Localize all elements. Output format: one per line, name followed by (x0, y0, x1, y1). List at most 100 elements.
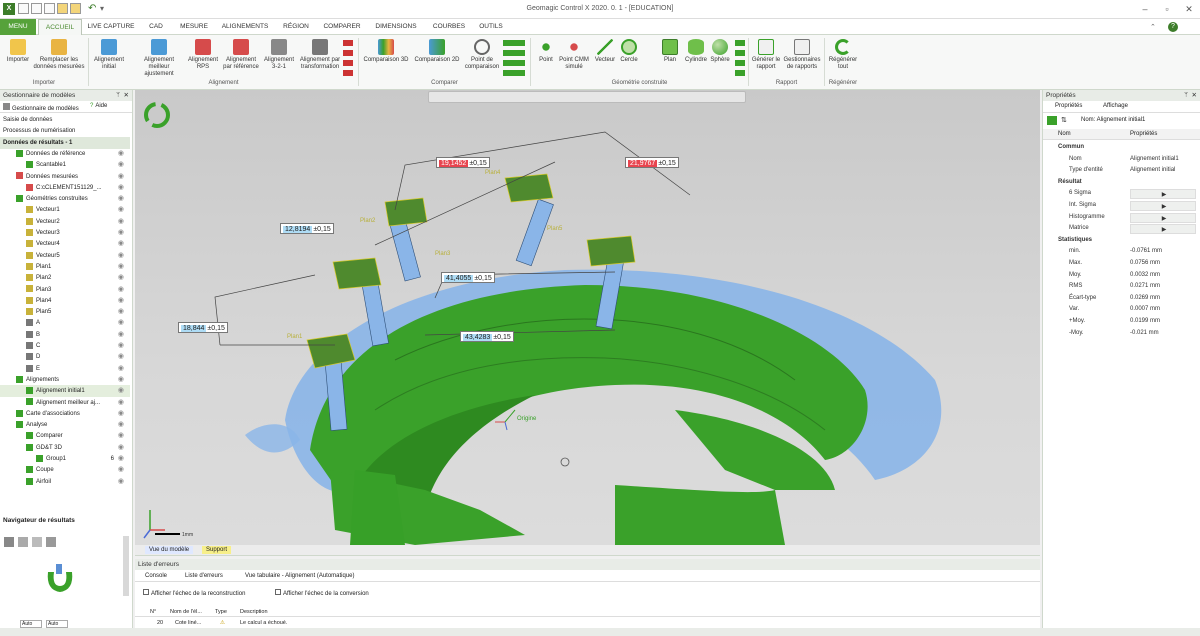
compare-small-icons[interactable] (503, 40, 525, 76)
tree-item[interactable]: C ◉ (0, 340, 130, 352)
dimension-label-4[interactable]: 41,4055 ±0,15 (441, 272, 495, 283)
tree-item[interactable]: Alignement meilleur aj... ◉ (0, 397, 130, 409)
align-321-button[interactable]: Alignement 3-2-1 (261, 39, 297, 71)
ribbon-collapse-icon[interactable]: ⌃ (1150, 23, 1156, 31)
tab-region[interactable]: RÉGION (276, 19, 316, 35)
tab-live-capture[interactable]: LIVE CAPTURE (84, 19, 138, 35)
visibility-eye-icon[interactable]: ◉ (118, 430, 124, 442)
dimension-label-5[interactable]: 18,844 ±0,15 (178, 322, 228, 333)
tree-item[interactable]: Analyse ◉ (0, 419, 130, 431)
visibility-eye-icon[interactable]: ◉ (118, 374, 124, 386)
visibility-eye-icon[interactable]: ◉ (118, 284, 124, 296)
initial-align-button[interactable]: Alignement initial (89, 39, 129, 71)
align-small-icons[interactable] (343, 40, 353, 76)
panel-close-icon[interactable]: ✕ (1192, 90, 1197, 101)
subtab-aide[interactable]: ? Aide (90, 103, 107, 109)
conversion-checkbox[interactable]: Afficher l'échec de la conversion (275, 589, 369, 597)
geometry-small-icons[interactable] (735, 40, 745, 76)
visibility-eye-icon[interactable]: ◉ (118, 148, 124, 160)
subtab-model-manager[interactable]: Gestionnaire de modèles (3, 103, 79, 112)
tab-error-list[interactable]: Liste d'erreurs (185, 573, 223, 579)
panel-close-icon[interactable]: ✕ (124, 90, 129, 101)
help-icon[interactable]: ? (1168, 22, 1178, 32)
tree-item[interactable]: Comparer ◉ (0, 430, 130, 442)
nav-tool-3-icon[interactable] (32, 537, 42, 547)
regenerate-button[interactable]: Régénérer tout (826, 39, 860, 71)
tree-item[interactable]: Scantable1 ◉ (0, 159, 130, 171)
compare3d-button[interactable]: Comparaison 3D (362, 39, 410, 64)
visibility-eye-icon[interactable]: ◉ (118, 295, 124, 307)
tree-item[interactable]: Vecteur1 ◉ (0, 204, 130, 216)
tab-alignements[interactable]: ALIGNEMENTS (216, 19, 274, 35)
visibility-eye-icon[interactable]: ◉ (118, 464, 124, 476)
cylinder-button[interactable]: Cylindre (682, 39, 710, 64)
visibility-eye-icon[interactable]: ◉ (118, 385, 124, 397)
maximize-button[interactable]: ▫ (1160, 3, 1174, 15)
alpha-sort-icon[interactable]: ⇅ (1061, 116, 1067, 124)
tree-item[interactable]: Données de résultats - 1 (0, 136, 130, 149)
nav-tool-1-icon[interactable] (4, 537, 14, 547)
visibility-eye-icon[interactable]: ◉ (118, 317, 124, 329)
model-canvas[interactable]: Plan1 Plan2 Plan3 Plan4 Plan5 Origine 1m… (135, 90, 1040, 545)
property-row[interactable]: Histogramme ▶ (1043, 212, 1200, 224)
dimension-label-3[interactable]: 12,8194 ±0,15 (280, 223, 334, 234)
visibility-eye-icon[interactable]: ◉ (118, 442, 124, 454)
visibility-eye-icon[interactable]: ◉ (118, 363, 124, 375)
import-button[interactable]: Importer (3, 39, 33, 64)
tab-menu[interactable]: MENU (0, 19, 36, 35)
tree-item[interactable]: Processus de numérisation (0, 125, 130, 137)
visibility-eye-icon[interactable]: ◉ (118, 419, 124, 431)
tab-console[interactable]: Console (145, 573, 167, 579)
tree-item[interactable]: Group1 6 ◉ (0, 453, 130, 465)
tree-item[interactable]: Saisie de données (0, 114, 130, 126)
dropdown-1[interactable]: Auto (20, 620, 42, 628)
tree-item[interactable]: Plan3 ◉ (0, 284, 130, 296)
visibility-eye-icon[interactable]: ◉ (118, 329, 124, 341)
visibility-eye-icon[interactable]: ◉ (118, 408, 124, 420)
tab-accueil[interactable]: ACCUEIL (38, 19, 82, 35)
point-button[interactable]: Point (534, 39, 558, 64)
tree-item[interactable]: GD&T 3D ◉ (0, 442, 130, 454)
tab-model-view[interactable]: Vue du modèle (145, 546, 194, 554)
visibility-eye-icon[interactable]: ◉ (118, 159, 124, 171)
vector-button[interactable]: Vecteur (591, 39, 619, 64)
tab-outils[interactable]: OUTILS (474, 19, 508, 35)
tree-item[interactable]: Plan4 ◉ (0, 295, 130, 307)
tree-item[interactable]: Données de référence ◉ (0, 148, 130, 160)
tab-comparer[interactable]: COMPARER (318, 19, 366, 35)
visibility-eye-icon[interactable]: ◉ (118, 227, 124, 239)
dropdown-2[interactable]: Auto (46, 620, 68, 628)
ref-align-button[interactable]: Alignement par référence (222, 39, 260, 71)
tab-table-view[interactable]: Vue tabulaire - Alignement (Automatique) (245, 573, 355, 579)
visibility-eye-icon[interactable]: ◉ (118, 476, 124, 488)
sort-icon[interactable] (1047, 116, 1057, 125)
close-button[interactable]: ✕ (1182, 3, 1196, 15)
visibility-eye-icon[interactable]: ◉ (118, 250, 124, 262)
dimension-label-1[interactable]: 19,1452 ±0,15 (436, 157, 490, 168)
visibility-eye-icon[interactable]: ◉ (118, 397, 124, 409)
plane-button[interactable]: Plan (658, 39, 682, 64)
tree-item[interactable]: Airfoil ◉ (0, 476, 130, 488)
navigator-thumbnail[interactable] (40, 560, 80, 600)
tree-item[interactable]: Géométries construites ◉ (0, 193, 130, 205)
visibility-eye-icon[interactable]: ◉ (118, 193, 124, 205)
tree-item[interactable]: Alignement initial1 ◉ (0, 385, 130, 398)
visibility-eye-icon[interactable]: ◉ (118, 340, 124, 352)
rps-button[interactable]: Alignement RPS (185, 39, 221, 71)
tree-item[interactable]: Coupe ◉ (0, 464, 130, 476)
compare2d-button[interactable]: Comparaison 2D (412, 39, 462, 64)
circle-button[interactable]: Cercle (617, 39, 641, 64)
tab-support[interactable]: Support (202, 546, 232, 554)
visibility-eye-icon[interactable]: ◉ (118, 261, 124, 273)
tree-item[interactable]: Vecteur5 ◉ (0, 250, 130, 262)
nav-tool-2-icon[interactable] (18, 537, 28, 547)
visibility-eye-icon[interactable]: ◉ (118, 351, 124, 363)
property-row[interactable]: Int. Sigma ▶ (1043, 200, 1200, 212)
tree-item[interactable]: E ◉ (0, 363, 130, 375)
tree-item[interactable]: Vecteur4 ◉ (0, 238, 130, 250)
3d-viewport[interactable]: Plan1 Plan2 Plan3 Plan4 Plan5 Origine 1m… (135, 90, 1040, 545)
replace-data-button[interactable]: Remplacer les données mesurées (31, 39, 87, 71)
visibility-eye-icon[interactable]: ◉ (118, 272, 124, 284)
property-row[interactable]: Matrice ▶ (1043, 223, 1200, 235)
tree-item[interactable]: Plan2 ◉ (0, 272, 130, 284)
